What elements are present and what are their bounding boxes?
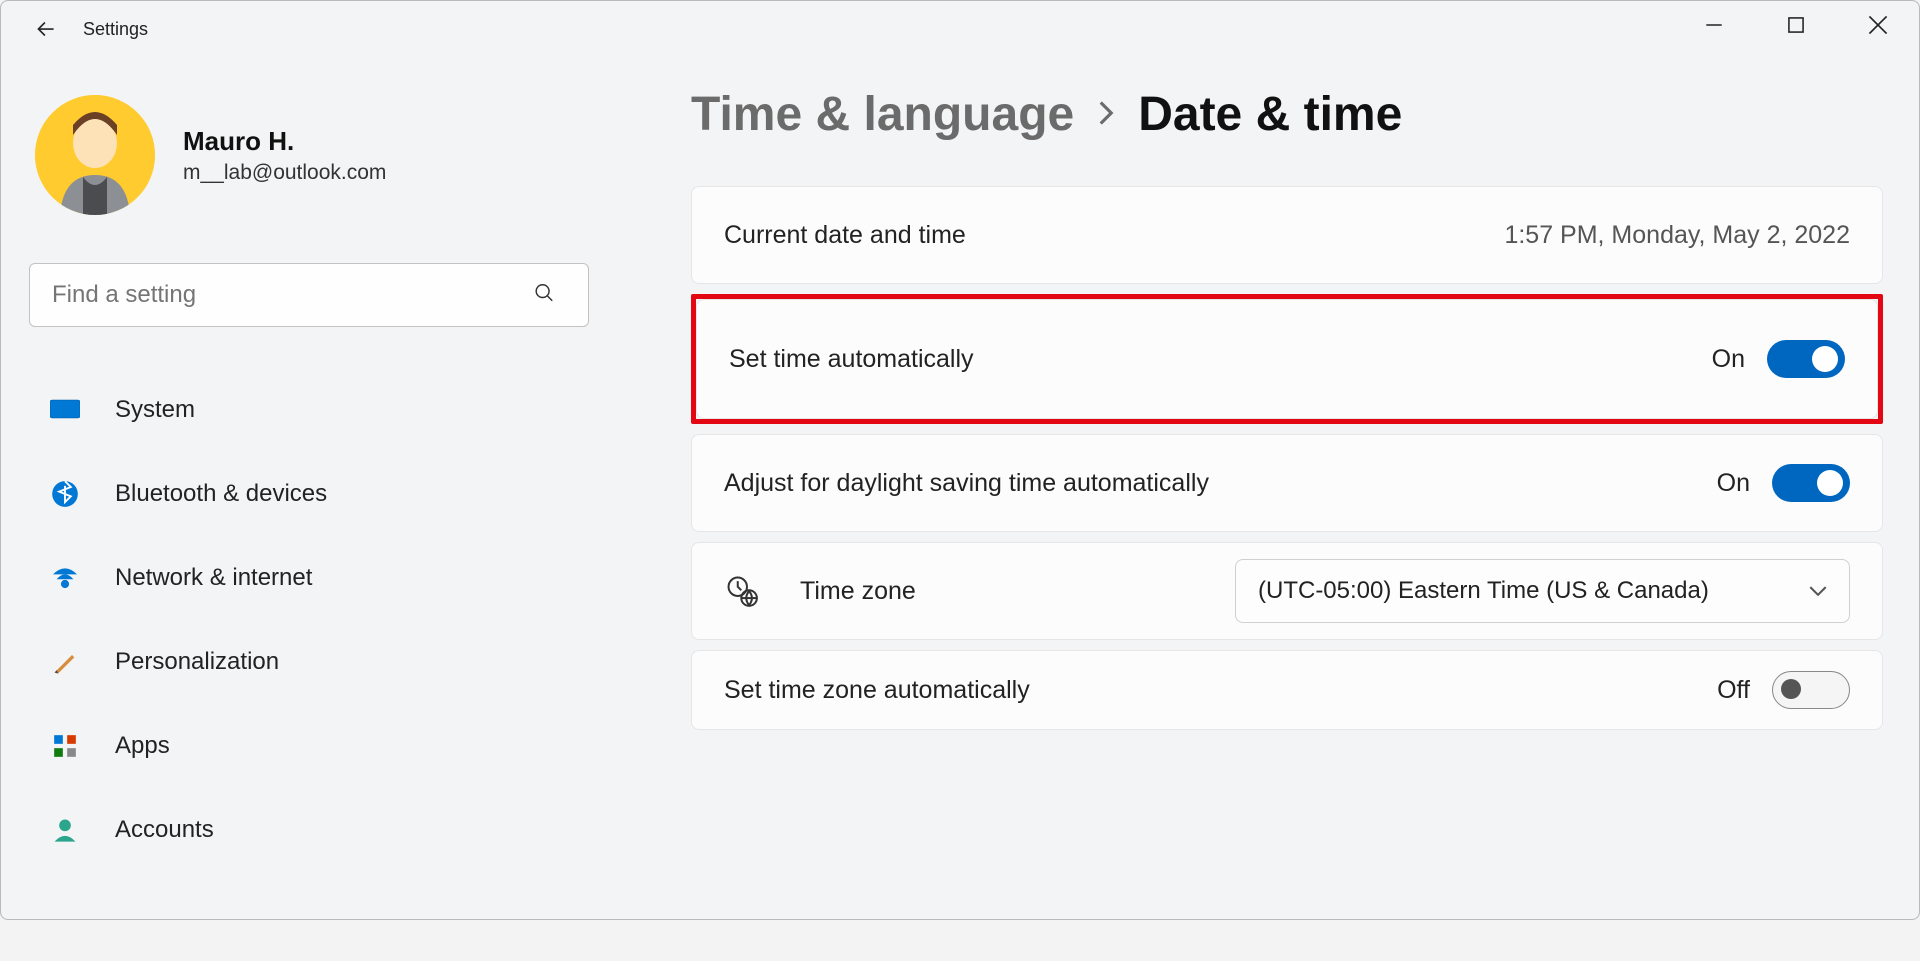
sidebar-item-label: Bluetooth & devices: [115, 480, 327, 508]
search-icon: [533, 282, 555, 309]
timezone-label: Time zone: [800, 577, 1235, 606]
profile-block[interactable]: Mauro H. m__lab@outlook.com: [29, 95, 583, 215]
profile-email: m__lab@outlook.com: [183, 161, 386, 185]
close-icon: [1868, 15, 1888, 35]
main-content: Time & language Date & time Current date…: [611, 57, 1919, 919]
set-time-auto-row: Set time automatically On: [697, 300, 1877, 418]
maximize-icon: [1787, 16, 1805, 34]
current-datetime-row: Current date and time 1:57 PM, Monday, M…: [691, 186, 1883, 284]
current-dt-value: 1:57 PM, Monday, May 2, 2022: [1504, 221, 1850, 250]
sidebar-item-label: Personalization: [115, 648, 279, 676]
dst-auto-state: On: [1717, 469, 1750, 498]
timezone-selected: (UTC-05:00) Eastern Time (US & Canada): [1258, 577, 1709, 605]
timezone-row: Time zone (UTC-05:00) Eastern Time (US &…: [691, 542, 1883, 640]
nav-list: System Bluetooth & devices Network & int…: [29, 375, 583, 865]
chevron-down-icon: [1809, 585, 1827, 597]
set-time-auto-state: On: [1712, 345, 1745, 374]
sidebar-item-label: Accounts: [115, 816, 214, 844]
breadcrumb-parent[interactable]: Time & language: [691, 87, 1074, 142]
tz-auto-row: Set time zone automatically Off: [691, 650, 1883, 730]
settings-window: Settings: [0, 0, 1920, 920]
set-time-auto-toggle[interactable]: [1767, 340, 1845, 378]
close-button[interactable]: [1837, 1, 1919, 49]
tz-auto-toggle[interactable]: [1772, 671, 1850, 709]
window-controls: [1673, 1, 1919, 49]
minimize-button[interactable]: [1673, 1, 1755, 49]
titlebar: Settings: [1, 1, 1919, 57]
search-box: [29, 263, 583, 327]
sidebar-item-label: Apps: [115, 732, 170, 760]
highlight-set-time-auto: Set time automatically On: [691, 294, 1883, 424]
back-button[interactable]: [25, 8, 67, 50]
sidebar-item-network[interactable]: Network & internet: [29, 543, 583, 613]
bluetooth-icon: [49, 478, 81, 510]
sidebar-item-bluetooth[interactable]: Bluetooth & devices: [29, 459, 583, 529]
timezone-icon: [724, 573, 760, 609]
dst-auto-label: Adjust for daylight saving time automati…: [724, 469, 1717, 498]
sidebar-item-label: Network & internet: [115, 564, 312, 592]
timezone-select[interactable]: (UTC-05:00) Eastern Time (US & Canada): [1235, 559, 1850, 623]
sidebar-item-personalization[interactable]: Personalization: [29, 627, 583, 697]
wifi-icon: [49, 562, 81, 594]
apps-icon: [49, 730, 81, 762]
search-input[interactable]: [29, 263, 589, 327]
tz-auto-label: Set time zone automatically: [724, 676, 1717, 705]
dst-auto-toggle[interactable]: [1772, 464, 1850, 502]
set-time-auto-label: Set time automatically: [729, 345, 1712, 374]
profile-name: Mauro H.: [183, 126, 386, 157]
sidebar-item-label: System: [115, 396, 195, 424]
dst-auto-row: Adjust for daylight saving time automati…: [691, 434, 1883, 532]
sidebar-item-system[interactable]: System: [29, 375, 583, 445]
personalization-icon: [49, 646, 81, 678]
sidebar-item-apps[interactable]: Apps: [29, 711, 583, 781]
accounts-icon: [49, 814, 81, 846]
arrow-left-icon: [33, 16, 59, 42]
avatar: [35, 95, 155, 215]
tz-auto-state: Off: [1717, 676, 1750, 705]
current-dt-label: Current date and time: [724, 221, 1504, 250]
sidebar: Mauro H. m__lab@outlook.com System: [1, 57, 611, 919]
maximize-button[interactable]: [1755, 1, 1837, 49]
breadcrumb: Time & language Date & time: [691, 87, 1883, 142]
chevron-right-icon: [1096, 94, 1116, 136]
system-icon: [49, 394, 81, 426]
app-title: Settings: [83, 19, 148, 40]
minimize-icon: [1705, 16, 1723, 34]
sidebar-item-accounts[interactable]: Accounts: [29, 795, 583, 865]
breadcrumb-current: Date & time: [1138, 87, 1402, 142]
